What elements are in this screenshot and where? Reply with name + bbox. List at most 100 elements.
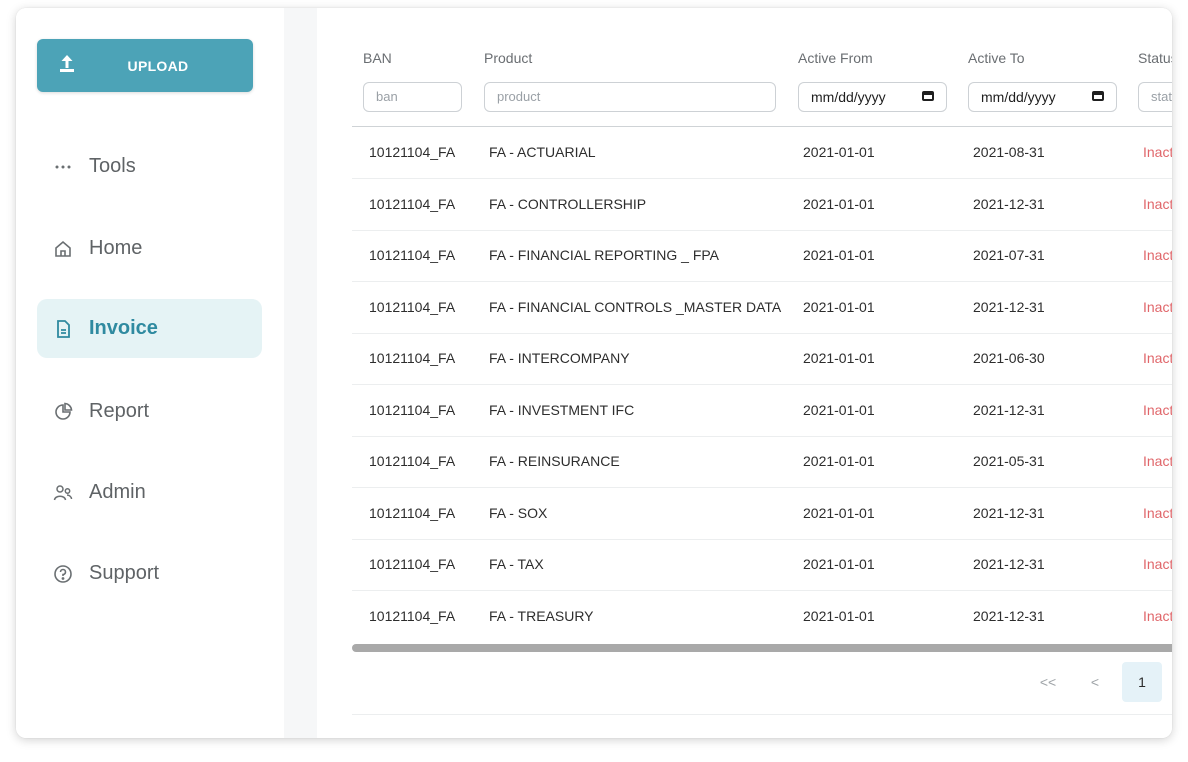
sidebar-item-admin[interactable]: Admin	[37, 463, 262, 522]
active-from-cell: 2021-01-01	[803, 350, 875, 366]
ban-cell: 10121104_FA	[369, 453, 456, 469]
status-cell: Inactive	[1143, 144, 1172, 160]
ban-filter-input[interactable]: ban	[363, 82, 462, 112]
active-from-cell: 2021-01-01	[803, 453, 875, 469]
active-to-cell: 2021-12-31	[973, 607, 1045, 624]
ban-cell: 10121104_FA	[369, 144, 456, 160]
active-from-cell: 2021-01-01	[803, 556, 875, 572]
status-cell: Inactive	[1143, 298, 1172, 315]
ban-cell: 10121104_FA	[369, 504, 456, 521]
status-filter-input[interactable]: status	[1138, 82, 1172, 112]
active-to-date-value: mm/dd/yyyy	[981, 89, 1056, 105]
active-to-cell: 2021-05-31	[973, 453, 1045, 469]
column-header-ban[interactable]: BAN	[363, 50, 392, 66]
prev-page-button[interactable]: <	[1075, 662, 1115, 702]
ban-cell: 10121104_FA	[369, 401, 456, 418]
table-row[interactable]: 10121104_FA FA - INVESTMENT IFC 2021-01-…	[352, 385, 1172, 437]
status-cell: Inactive	[1143, 607, 1172, 624]
status-cell: Inactive	[1143, 401, 1172, 418]
status-cell: Inactive	[1143, 504, 1172, 521]
product-cell: FA - TREASURY	[489, 607, 594, 624]
active-from-cell: 2021-01-01	[803, 504, 875, 521]
status-cell: Inactive	[1143, 195, 1172, 212]
column-header-status[interactable]: Status	[1138, 50, 1172, 66]
table-row[interactable]: 10121104_FA FA - FINANCIAL REPORTING _ F…	[352, 230, 1172, 282]
active-from-cell: 2021-01-01	[803, 298, 875, 315]
first-page-button[interactable]: <<	[1028, 662, 1068, 702]
footer-divider	[352, 714, 1172, 715]
product-cell: FA - CONTROLLERSHIP	[489, 195, 647, 212]
main-content: BAN Product Active From Active To Status…	[317, 8, 1172, 738]
ban-cell: 10121104_FA	[369, 607, 456, 624]
active-to-cell: 2021-06-30	[973, 350, 1045, 366]
column-header-active-from[interactable]: Active From	[798, 50, 873, 66]
table-header: BAN Product Active From Active To Status…	[352, 35, 1172, 127]
table-row[interactable]: 10121104_FA FA - FINANCIAL CONTROLS _MAS…	[352, 282, 1172, 334]
column-header-product[interactable]: Product	[484, 50, 532, 66]
product-cell: FA - INVESTMENT IFC	[489, 401, 635, 418]
product-cell: FA - SOX	[489, 504, 548, 521]
calendar-icon[interactable]	[922, 91, 934, 101]
active-from-cell: 2021-01-01	[803, 607, 875, 624]
pie-chart-icon	[53, 402, 73, 422]
active-to-cell: 2021-12-31	[973, 298, 1045, 315]
sidebar-item-label: Admin	[89, 481, 146, 503]
active-to-cell: 2021-07-31	[973, 247, 1045, 263]
status-cell: Inactive	[1143, 247, 1172, 263]
sidebar-item-support[interactable]: Support	[37, 544, 262, 603]
calendar-icon[interactable]	[1092, 91, 1104, 101]
document-icon	[53, 319, 73, 339]
column-header-active-to[interactable]: Active To	[968, 50, 1025, 66]
sidebar-item-home[interactable]: Home	[37, 219, 262, 278]
active-to-cell: 2021-12-31	[973, 401, 1045, 418]
sidebar-item-report[interactable]: Report	[37, 382, 262, 441]
status-cell: Inactive	[1143, 556, 1172, 572]
sidebar-divider	[284, 8, 317, 738]
product-cell: FA - ACTUARIAL	[489, 144, 596, 160]
product-cell: FA - INTERCOMPANY	[489, 350, 630, 366]
product-cell: FA - FINANCIAL REPORTING _ FPA	[489, 247, 720, 263]
active-to-date-input[interactable]: mm/dd/yyyy	[968, 82, 1117, 112]
active-from-cell: 2021-01-01	[803, 195, 875, 212]
table-row[interactable]: 10121104_FA FA - INTERCOMPANY 2021-01-01…	[352, 333, 1172, 385]
sidebar-item-label: Support	[89, 562, 160, 584]
status-cell: Inactive	[1143, 453, 1172, 469]
page-1-button[interactable]: 1	[1122, 662, 1162, 702]
active-from-cell: 2021-01-01	[803, 401, 875, 418]
sidebar-item-invoice[interactable]: Invoice	[37, 299, 262, 358]
ban-cell: 10121104_FA	[369, 556, 456, 572]
invoice-table: BAN Product Active From Active To Status…	[352, 35, 1172, 715]
active-from-cell: 2021-01-01	[803, 144, 875, 160]
users-icon	[53, 483, 73, 503]
status-cell: Inactive	[1143, 350, 1172, 366]
more-dots-icon	[53, 157, 73, 177]
ban-cell: 10121104_FA	[369, 350, 456, 366]
sidebar-item-label: Report	[89, 400, 150, 422]
product-cell: FA - FINANCIAL CONTROLS _MASTER DATA	[489, 298, 782, 315]
table-row[interactable]: 10121104_FA FA - ACTUARIAL 2021-01-01 20…	[352, 127, 1172, 179]
active-to-cell: 2021-12-31	[973, 556, 1045, 572]
active-to-cell: 2021-12-31	[973, 504, 1045, 521]
table-row[interactable]: 10121104_FA FA - SOX 2021-01-01 2021-12-…	[352, 488, 1172, 540]
active-from-date-value: mm/dd/yyyy	[811, 89, 886, 105]
sidebar-item-label: Tools	[89, 155, 136, 177]
table-row[interactable]: 10121104_FA FA - REINSURANCE 2021-01-01 …	[352, 436, 1172, 488]
product-cell: FA - REINSURANCE	[489, 453, 620, 469]
sidebar: UPLOAD Tools Home Invoice Report Admin S…	[16, 8, 284, 738]
ban-cell: 10121104_FA	[369, 298, 456, 315]
product-cell: FA - TAX	[489, 556, 544, 572]
table-row[interactable]: 10121104_FA FA - TAX 2021-01-01 2021-12-…	[352, 539, 1172, 591]
app-window: UPLOAD Tools Home Invoice Report Admin S…	[16, 8, 1172, 738]
help-circle-icon	[53, 564, 73, 584]
active-from-cell: 2021-01-01	[803, 247, 875, 263]
upload-label: UPLOAD	[127, 58, 189, 74]
horizontal-scrollbar[interactable]	[352, 644, 1172, 652]
active-from-date-input[interactable]: mm/dd/yyyy	[798, 82, 947, 112]
upload-button[interactable]: UPLOAD	[37, 39, 253, 92]
product-filter-input[interactable]: product	[484, 82, 776, 112]
home-icon	[53, 239, 73, 259]
sidebar-item-tools[interactable]: Tools	[37, 137, 262, 196]
active-to-cell: 2021-08-31	[973, 144, 1045, 160]
table-row[interactable]: 10121104_FA FA - TREASURY 2021-01-01 202…	[352, 591, 1172, 642]
table-row[interactable]: 10121104_FA FA - CONTROLLERSHIP 2021-01-…	[352, 179, 1172, 231]
